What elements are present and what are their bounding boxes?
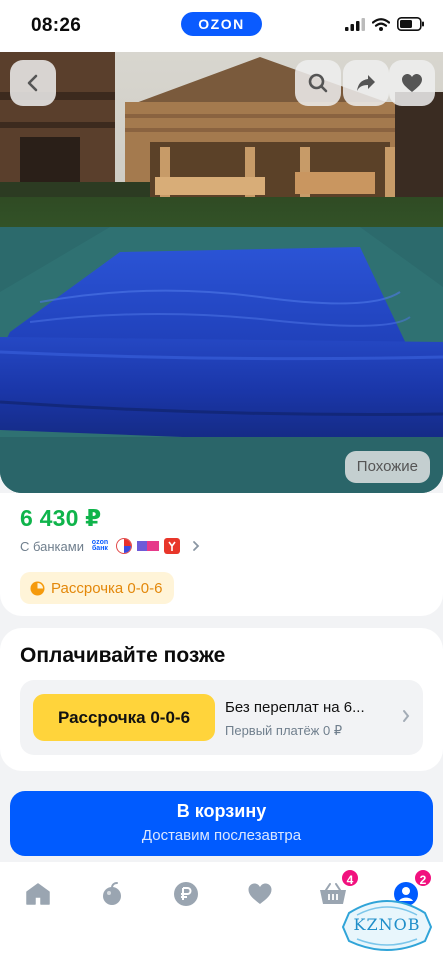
ozon-bank-logo-line2: банк (91, 545, 108, 552)
back-button[interactable] (10, 60, 56, 106)
nav-fresh[interactable] (97, 879, 127, 909)
share-button[interactable] (343, 60, 389, 106)
clock-icon (30, 581, 45, 595)
share-icon (357, 75, 375, 91)
bank-icon-second (136, 541, 159, 551)
ozon-bank-logo: ozon банк (89, 539, 111, 552)
search-button[interactable] (295, 60, 341, 106)
nav-favorites[interactable] (245, 879, 275, 909)
favorite-button[interactable] (389, 60, 435, 106)
status-time: 08:26 (31, 15, 82, 36)
bank-offers-row[interactable]: С банками ozon банк (20, 538, 201, 554)
back-icon (27, 74, 38, 92)
heart-icon (402, 74, 422, 92)
cart-badge: 4 (340, 868, 360, 888)
similar-button[interactable]: Похожие (344, 451, 430, 483)
battery-icon (397, 17, 424, 31)
first-payment-text: Первый платёж 0 ₽ (225, 723, 343, 738)
installment-button[interactable]: Рассрочка 0-0-6 (33, 694, 215, 741)
chevron-right-icon (193, 541, 200, 551)
bank-icon-third (163, 538, 180, 554)
product-screen: 08:26 OZON Похожие 6 430 ₽ С банками ozo… (0, 0, 443, 960)
product-photo (0, 52, 443, 493)
cart-area: В корзину Доставим послезавтра (0, 783, 443, 856)
nav-home[interactable] (23, 879, 53, 909)
watermark-text: KZNOB (353, 915, 421, 934)
installment-badge[interactable]: Рассрочка 0-0-6 (20, 572, 175, 604)
wifi-icon (372, 17, 390, 31)
profile-badge: 2 (413, 868, 433, 888)
add-to-cart-button[interactable]: В корзину Доставим послезавтра (10, 791, 433, 856)
nav-finance[interactable] (171, 879, 201, 909)
add-to-cart-label: В корзину (176, 801, 267, 821)
delivery-label: Доставим послезавтра (141, 827, 302, 844)
ruble-icon (174, 882, 198, 906)
watermark-logo: KZNOB (335, 893, 439, 957)
search-icon (308, 73, 328, 93)
fresh-icon (103, 882, 121, 905)
product-gallery[interactable]: Похожие (0, 52, 443, 493)
home-icon (26, 883, 50, 905)
price: 6 430 ₽ (20, 505, 102, 531)
status-icons (345, 17, 425, 31)
signal-icon (345, 17, 365, 31)
installment-badge-label: Рассрочка 0-0-6 (51, 579, 163, 597)
installment-description: Без переплат на 6... (225, 699, 365, 716)
price-card: 6 430 ₽ С банками ozon банк Рассрочка 0-… (0, 493, 443, 616)
status-bar: 08:26 OZON (0, 0, 443, 52)
pay-later-card: Оплачивайте позже Рассрочка 0-0-6 Без пе… (0, 628, 443, 771)
favorites-icon (248, 883, 272, 904)
bank-icon-sber (115, 538, 132, 554)
ozon-logo: OZON (181, 12, 262, 36)
chevron-right-icon (403, 710, 410, 722)
pay-later-title: Оплачивайте позже (20, 644, 226, 667)
with-banks-label: С банками (20, 538, 84, 554)
installment-offer[interactable]: Рассрочка 0-0-6 Без переплат на 6... Пер… (20, 680, 423, 755)
